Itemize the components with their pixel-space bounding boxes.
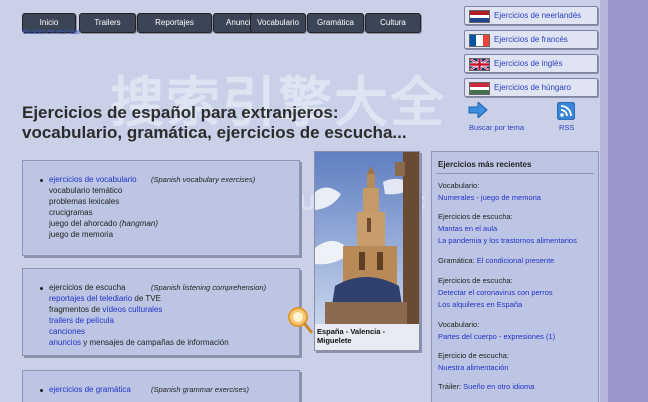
hungary-flag-icon	[469, 82, 490, 95]
recent-cat-3-label: Gramática:	[438, 256, 475, 265]
vocab-line-4: juego del ahorcado (hangman)	[49, 219, 158, 228]
photo-frame: España - Valencia - Miguelete	[314, 151, 420, 351]
right-border	[608, 0, 648, 402]
right-border-inner	[600, 0, 608, 402]
bullet-icon	[40, 287, 43, 290]
recent-link-4b[interactable]: Los alquileres en España	[438, 300, 522, 309]
listening-line-1: reportajes del telediario de TVE	[49, 294, 161, 303]
search-by-topic-arrow-icon[interactable]	[468, 100, 488, 120]
recent-link-7[interactable]: Sueño en otro idioma	[463, 382, 534, 391]
recent-cat-2: Ejercicios de escucha:	[438, 212, 513, 221]
ads-suffix: y mensajes de campañas de información	[81, 338, 229, 347]
recent-cat-7: Tráiler: Sueño en otro idioma	[438, 382, 534, 391]
divider	[436, 173, 594, 174]
ads-link[interactable]: anuncios	[49, 338, 81, 347]
lang-french-label: Ejercicios de francés	[494, 35, 568, 44]
vocabulary-exercises-link[interactable]: ejercicios de vocabulario	[49, 175, 137, 184]
netherlands-flag-icon	[469, 10, 490, 23]
hangman-note: (hangman)	[119, 219, 158, 228]
movie-trailers-link[interactable]: trailers de película	[49, 316, 114, 325]
recent-link-3[interactable]: El condicional presente	[477, 256, 555, 265]
recent-link-5[interactable]: Partes del cuerpo - expresiones (1)	[438, 332, 555, 341]
vocab-line-5: juego de memoria	[49, 230, 114, 239]
rss-link[interactable]: RSS	[559, 123, 574, 132]
grammar-box: ejercicios de gramática (Spanish grammar…	[22, 370, 300, 402]
listening-desc: (Spanish listening comprehension)	[151, 283, 267, 292]
songs-link[interactable]: canciones	[49, 327, 85, 336]
vocabulary-box: ejercicios de vocabulario (Spanish vocab…	[22, 160, 300, 256]
recent-exercises-title: Ejercicios más recientes	[438, 160, 532, 169]
valencia-miguelete-photo	[315, 152, 419, 324]
vocab-line-2: problemas lexicales	[49, 197, 120, 206]
recent-cat-5: Vocabulario:	[438, 320, 480, 329]
magnifier-icon	[288, 307, 314, 334]
uk-flag-icon	[469, 58, 490, 71]
fragments-prefix: fragmentos de	[49, 305, 103, 314]
vocabulary-desc: (Spanish vocabulary exercises)	[151, 175, 256, 184]
nav-reportajes[interactable]: Reportajes	[137, 13, 212, 33]
recent-cat-3: Gramática: El condicional presente	[438, 256, 554, 265]
listening-box: ejercicios de escucha (Spanish listening…	[22, 268, 300, 356]
nav-trailers[interactable]: Trailers	[79, 13, 136, 33]
recent-cat-1: Vocabulario:	[438, 181, 480, 190]
recent-link-6[interactable]: Nuestra alimentación	[438, 363, 508, 372]
recent-cat-4: Ejercicios de escucha:	[438, 276, 513, 285]
search-site-link[interactable]: Buscar en ver-taal	[23, 29, 80, 36]
page-title-line2: vocabulario, gramática, ejercicios de es…	[22, 123, 407, 142]
lang-dutch-button[interactable]: Ejercicios de neerlandés	[464, 6, 598, 25]
lang-hungarian-label: Ejercicios de húngaro	[494, 83, 571, 92]
vocab-line-1: vocabulario temático	[49, 186, 123, 195]
nav-vocabulario[interactable]: Vocabulario	[250, 13, 306, 33]
recent-exercises-panel: Ejercicios más recientes Vocabulario: Nu…	[431, 151, 599, 402]
grammar-exercises-link[interactable]: ejercicios de gramática	[49, 385, 131, 394]
nav-gramatica[interactable]: Gramática	[307, 13, 364, 33]
lang-hungarian-button[interactable]: Ejercicios de húngaro	[464, 78, 598, 97]
france-flag-icon	[469, 34, 490, 47]
nav-cultura[interactable]: Cultura	[365, 13, 421, 33]
bullet-icon	[40, 389, 43, 392]
listening-line-2: fragmentos de vídeos culturales	[49, 305, 162, 314]
bullet-icon	[40, 179, 43, 182]
recent-cat-7-label: Tráiler:	[438, 382, 462, 391]
page-title: Ejercicios de español para extranjeros: …	[22, 103, 407, 143]
grammar-desc: (Spanish grammar exercises)	[151, 385, 249, 394]
cultural-videos-link[interactable]: vídeos culturales	[102, 305, 162, 314]
recent-link-1[interactable]: Numerales - juego de memoria	[438, 193, 541, 202]
lang-dutch-label: Ejercicios de neerlandés	[494, 11, 582, 20]
recent-cat-6: Ejercicio de escucha:	[438, 351, 509, 360]
search-by-topic-link[interactable]: Buscar por tema	[469, 123, 524, 132]
page: 搜索引擎大全 ZHUOSOU.CN Inicio Trailers Report…	[0, 0, 648, 402]
recent-link-4a[interactable]: Detectar el coronavirus con perros	[438, 288, 553, 297]
rss-icon[interactable]	[556, 101, 576, 122]
recent-link-2b[interactable]: La pandemia y los trastornos alimentario…	[438, 236, 577, 245]
photo-caption: España - Valencia - Miguelete	[317, 327, 385, 345]
listening-exercises-label: ejercicios de escucha	[49, 283, 126, 292]
vocab-line-3: crucigramas	[49, 208, 93, 217]
listening-line-5: anuncios y mensajes de campañas de infor…	[49, 338, 229, 347]
news-reports-link[interactable]: reportajes del telediario	[49, 294, 132, 303]
page-title-line1: Ejercicios de español para extranjeros:	[22, 103, 339, 122]
news-reports-suffix: de TVE	[132, 294, 161, 303]
recent-link-2a[interactable]: Mantas en el aula	[438, 224, 497, 233]
lang-english-button[interactable]: Ejercicios de inglés	[464, 54, 598, 73]
lang-french-button[interactable]: Ejercicios de francés	[464, 30, 598, 49]
lang-english-label: Ejercicios de inglés	[494, 59, 563, 68]
hangman-label: juego del ahorcado	[49, 219, 118, 228]
